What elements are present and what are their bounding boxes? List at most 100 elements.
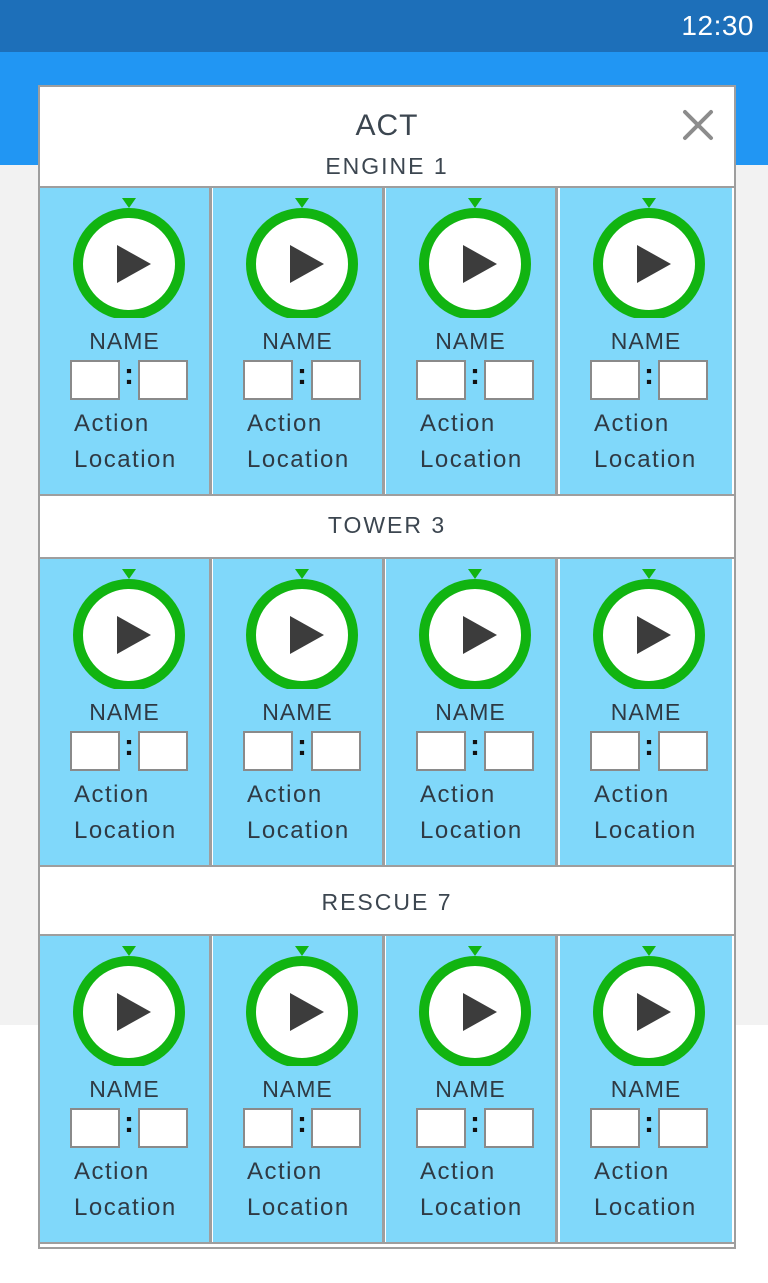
time-separator: : xyxy=(297,1106,307,1139)
section-label: ENGINE 1 xyxy=(325,153,449,179)
location-label: Location xyxy=(74,1194,177,1221)
time-separator: : xyxy=(470,729,480,762)
minutes-input[interactable] xyxy=(484,360,534,400)
minutes-input[interactable] xyxy=(311,1108,361,1148)
unit-name: NAME xyxy=(89,699,160,725)
location-label: Location xyxy=(74,817,177,844)
minutes-input[interactable] xyxy=(311,360,361,400)
unit-row: NAME: Action Location NAME: Action Location NA… xyxy=(40,186,734,496)
minutes-input[interactable] xyxy=(138,360,188,400)
action-label: Action xyxy=(74,410,150,437)
hours-input[interactable] xyxy=(70,731,120,771)
unit-name: NAME xyxy=(262,699,333,725)
action-label: Action xyxy=(594,1158,670,1185)
unit-name: NAME xyxy=(610,1076,682,1102)
timer-button[interactable] xyxy=(592,569,706,691)
unit-card: NAME: Action Location xyxy=(386,188,558,494)
unit-card: NAME: Action Location xyxy=(386,559,558,865)
time-separator: : xyxy=(297,358,307,391)
action-label: Action xyxy=(74,781,150,808)
play-timer-icon xyxy=(419,946,531,1068)
action-label: Action xyxy=(594,781,670,808)
timer-button[interactable] xyxy=(245,946,359,1068)
timer-button[interactable] xyxy=(72,946,186,1068)
minutes-input[interactable] xyxy=(658,360,708,400)
timer-button[interactable] xyxy=(245,198,359,320)
unit-card: NAME: Action Location xyxy=(213,559,385,865)
action-label: Action xyxy=(420,781,496,808)
unit-name: NAME xyxy=(89,328,160,354)
hours-input[interactable] xyxy=(590,731,640,771)
unit-card: NAME: Action Location xyxy=(40,936,212,1242)
time-separator: : xyxy=(124,358,134,391)
hours-input[interactable] xyxy=(243,360,293,400)
hours-input[interactable] xyxy=(416,731,466,771)
time-separator: : xyxy=(124,729,134,762)
action-label: Action xyxy=(420,410,496,437)
unit-card: NAME: Action Location xyxy=(213,936,385,1242)
hours-input[interactable] xyxy=(70,1108,120,1148)
minutes-input[interactable] xyxy=(658,731,708,771)
location-label: Location xyxy=(247,446,350,473)
minutes-input[interactable] xyxy=(484,731,534,771)
hours-input[interactable] xyxy=(243,1108,293,1148)
action-label: Action xyxy=(594,410,670,437)
hours-input[interactable] xyxy=(243,731,293,771)
unit-row: NAME: Action Location NAME: Action Location NA… xyxy=(40,557,734,867)
time-separator: : xyxy=(644,729,654,762)
minutes-input[interactable] xyxy=(658,1108,708,1148)
status-bar: 12:30 xyxy=(0,0,768,52)
section-label: TOWER 3 xyxy=(327,512,447,538)
dialog-title: ACT xyxy=(355,109,419,142)
unit-name: NAME xyxy=(610,699,682,725)
minutes-input[interactable] xyxy=(138,731,188,771)
minutes-input[interactable] xyxy=(138,1108,188,1148)
time-separator: : xyxy=(644,358,654,391)
timer-button[interactable] xyxy=(72,198,186,320)
timer-button[interactable] xyxy=(592,198,706,320)
minutes-input[interactable] xyxy=(484,1108,534,1148)
status-time: 12:30 xyxy=(681,10,754,41)
location-label: Location xyxy=(594,1194,697,1221)
close-button[interactable] xyxy=(680,107,716,143)
time-separator: : xyxy=(470,358,480,391)
location-label: Location xyxy=(420,1194,523,1221)
hours-input[interactable] xyxy=(590,360,640,400)
time-separator: : xyxy=(470,1106,480,1139)
play-timer-icon xyxy=(419,569,531,691)
location-label: Location xyxy=(594,446,697,473)
section-label: RESCUE 7 xyxy=(321,889,453,915)
location-label: Location xyxy=(74,446,177,473)
timer-button[interactable] xyxy=(592,946,706,1068)
play-timer-icon xyxy=(593,198,705,320)
unit-card: NAME: Action Location xyxy=(560,559,732,865)
hours-input[interactable] xyxy=(70,360,120,400)
time-separator: : xyxy=(644,1106,654,1139)
unit-name: NAME xyxy=(435,1076,506,1102)
unit-card: NAME: Action Location xyxy=(213,188,385,494)
timer-button[interactable] xyxy=(245,569,359,691)
minutes-input[interactable] xyxy=(311,731,361,771)
timer-button[interactable] xyxy=(72,569,186,691)
unit-card: NAME: Action Location xyxy=(560,188,732,494)
unit-name: NAME xyxy=(262,1076,333,1102)
timer-button[interactable] xyxy=(418,569,532,691)
hours-input[interactable] xyxy=(416,1108,466,1148)
unit-card: NAME: Action Location xyxy=(40,559,212,865)
hours-input[interactable] xyxy=(590,1108,640,1148)
hours-input[interactable] xyxy=(416,360,466,400)
timer-button[interactable] xyxy=(418,946,532,1068)
location-label: Location xyxy=(420,446,523,473)
timer-button[interactable] xyxy=(418,198,532,320)
unit-card: NAME: Action Location xyxy=(386,936,558,1242)
time-separator: : xyxy=(124,1106,134,1139)
unit-row: NAME: Action Location NAME: Action Location NA… xyxy=(40,934,734,1244)
location-label: Location xyxy=(420,817,523,844)
action-label: Action xyxy=(247,410,323,437)
action-label: Action xyxy=(247,781,323,808)
unit-name: NAME xyxy=(435,699,506,725)
play-timer-icon xyxy=(73,569,185,691)
location-label: Location xyxy=(247,1194,350,1221)
close-icon xyxy=(683,110,713,140)
play-timer-icon xyxy=(593,946,705,1068)
